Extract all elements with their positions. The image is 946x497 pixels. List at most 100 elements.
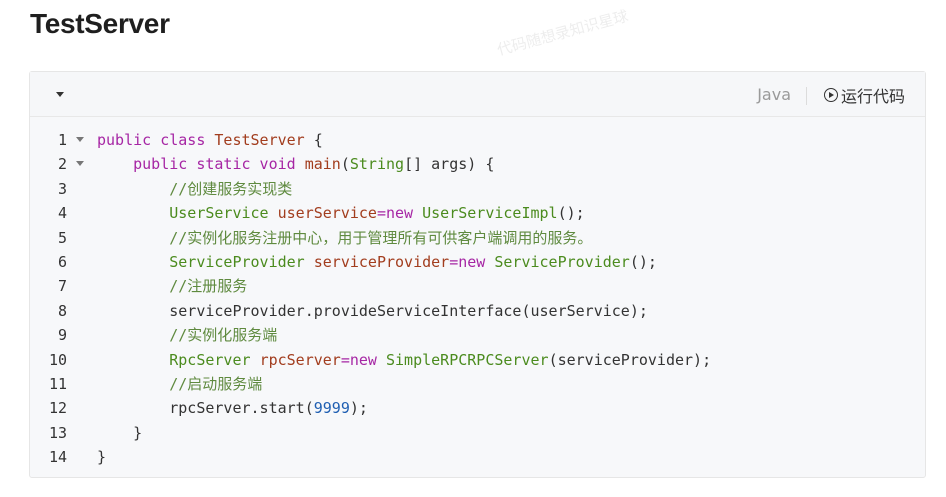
run-code-label: 运行代码 xyxy=(840,87,905,106)
code-line: 2 public static void main(String[] args)… xyxy=(30,152,925,176)
code-token: //实例化服务注册中心，用于管理所有可供客户端调用的服务。 xyxy=(169,228,593,247)
code-line: 13 } xyxy=(30,421,925,445)
code-token: [] args) { xyxy=(404,155,495,174)
code-text: RpcServer rpcServer=new SimpleRPCRPCServ… xyxy=(97,348,711,372)
code-text: //启动服务端 xyxy=(97,372,262,396)
code-line: 14} xyxy=(30,445,925,469)
code-token: rpcServer.start( xyxy=(97,399,314,418)
code-token: ); xyxy=(349,399,368,418)
line-number: 3 xyxy=(57,179,67,198)
code-token: 9999 xyxy=(313,399,350,418)
code-token: //启动服务端 xyxy=(169,374,263,393)
code-line: 6 ServiceProvider serviceProvider=new Se… xyxy=(30,250,925,274)
code-text: //实例化服务注册中心，用于管理所有可供客户端调用的服务。 xyxy=(97,226,592,250)
code-text: //注册服务 xyxy=(97,274,247,298)
code-text: //创建服务实现类 xyxy=(97,177,292,201)
line-number: 1 xyxy=(57,131,67,149)
line-number: 7 xyxy=(57,277,67,296)
code-token: RpcServer xyxy=(169,350,251,369)
code-token: public class xyxy=(97,131,215,149)
code-token: { xyxy=(304,131,323,149)
code-text: } xyxy=(97,445,106,469)
code-token: (); xyxy=(557,204,585,223)
code-token: } xyxy=(97,423,143,442)
code-text: rpcServer.start(9999); xyxy=(97,396,368,420)
line-number: 2 xyxy=(57,155,67,174)
code-text: UserService userService=new UserServiceI… xyxy=(97,201,585,225)
code-line: 5 //实例化服务注册中心，用于管理所有可供客户端调用的服务。 xyxy=(30,226,925,250)
fold-toggle-icon[interactable] xyxy=(76,137,84,142)
line-number: 14 xyxy=(48,448,67,467)
code-token: main xyxy=(304,155,341,174)
code-token: UserService xyxy=(169,204,269,223)
code-text: //实例化服务端 xyxy=(97,323,277,347)
toolbar-divider xyxy=(806,87,807,105)
code-token: serviceProvider xyxy=(313,252,450,271)
play-circle-icon xyxy=(823,88,838,102)
code-token: ServiceProvider xyxy=(494,252,630,271)
code-text: } xyxy=(97,421,142,445)
code-block: Java 运行代码 1 public class TestServer {2 pu… xyxy=(29,71,926,478)
code-token: (); xyxy=(629,252,657,271)
code-token: TestServer xyxy=(214,131,305,149)
code-token: ServiceProvider xyxy=(169,252,305,271)
line-number: 5 xyxy=(57,228,67,247)
collapse-button[interactable] xyxy=(54,88,68,100)
line-number: 12 xyxy=(48,399,67,418)
code-token: ( xyxy=(340,155,350,174)
caret-down-icon xyxy=(56,92,64,97)
code-text: public static void main(String[] args) { xyxy=(97,152,494,176)
code-line: 10 RpcServer rpcServer=new SimpleRPCRPCS… xyxy=(30,348,925,372)
line-number: 8 xyxy=(57,301,67,320)
code-line: 9 //实例化服务端 xyxy=(30,323,925,347)
code-token: =new xyxy=(340,350,386,369)
watermark: 代码随想录知识星球 xyxy=(495,6,631,60)
fold-toggle-icon[interactable] xyxy=(76,161,84,167)
code-text: public class TestServer { xyxy=(97,128,323,152)
code-line: 8 serviceProvider.provideServiceInterfac… xyxy=(30,299,925,323)
code-token: } xyxy=(97,448,107,467)
code-text: serviceProvider.provideServiceInterface(… xyxy=(97,299,648,323)
line-number: 9 xyxy=(57,326,67,345)
language-label: Java xyxy=(757,85,791,104)
code-content[interactable]: 1 public class TestServer {2 public stati… xyxy=(30,128,925,469)
run-code-button[interactable]: 运行代码 xyxy=(823,84,905,106)
code-token: //注册服务 xyxy=(169,277,248,296)
code-token: userService xyxy=(277,204,377,223)
code-line: 3 //创建服务实现类 xyxy=(30,177,925,201)
code-token: SimpleRPCRPCServer xyxy=(386,350,549,369)
code-token: String xyxy=(349,155,405,174)
code-token: UserServiceImpl xyxy=(422,204,558,223)
code-line: 11 //启动服务端 xyxy=(30,372,925,396)
line-number: 6 xyxy=(57,252,67,271)
code-token: rpcServer xyxy=(259,350,341,369)
code-line: 1 public class TestServer { xyxy=(30,128,925,152)
page-title: TestServer xyxy=(30,8,170,39)
code-token: =new xyxy=(376,204,423,223)
code-token: (serviceProvider); xyxy=(548,350,712,369)
line-number: 10 xyxy=(48,350,67,369)
code-token: public static void xyxy=(133,155,305,174)
line-number: 13 xyxy=(48,423,67,442)
code-token: //实例化服务端 xyxy=(169,326,278,345)
code-toolbar: Java 运行代码 xyxy=(30,72,925,117)
line-number: 4 xyxy=(57,204,67,223)
code-token: =new xyxy=(449,252,495,271)
line-number: 11 xyxy=(48,374,67,393)
code-text: ServiceProvider serviceProvider=new Serv… xyxy=(97,250,657,274)
code-line: 4 UserService userService=new UserServic… xyxy=(30,201,925,225)
code-line: 12 rpcServer.start(9999); xyxy=(30,396,925,420)
code-token: serviceProvider.provideServiceInterface(… xyxy=(97,301,648,320)
